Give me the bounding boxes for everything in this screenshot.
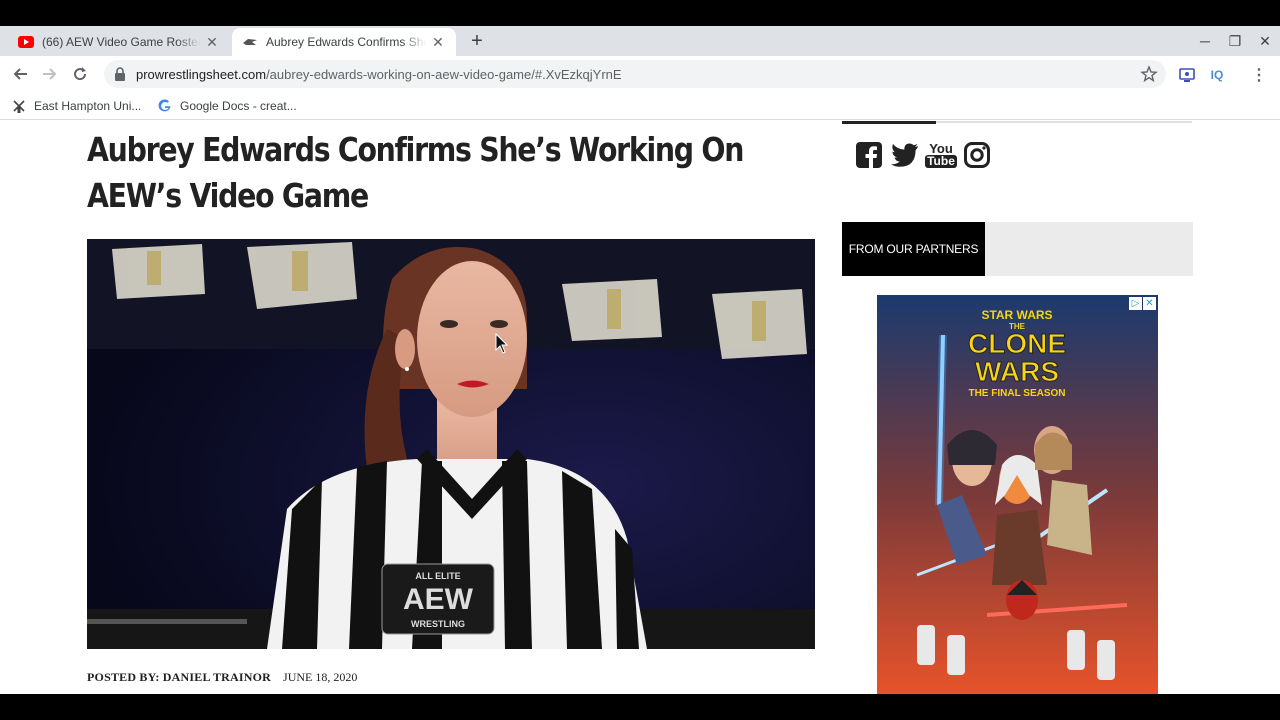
ad-line3: CLONE (968, 328, 1066, 359)
ad-line1: STAR WARS (981, 308, 1052, 322)
tab-article[interactable]: Aubrey Edwards Confirms She's ✕ (232, 28, 456, 56)
back-button[interactable] (8, 62, 32, 86)
facebook-icon[interactable] (855, 140, 883, 170)
tab-title: (66) AEW Video Game Roster Me (42, 35, 200, 49)
restore-icon[interactable]: ❐ (1220, 30, 1250, 52)
reload-button[interactable] (68, 62, 92, 86)
bookmark-label: East Hampton Uni... (34, 99, 142, 113)
twitter-icon[interactable] (891, 140, 919, 170)
advertisement[interactable]: STAR WARS THE CLONE WARS THE FINAL SEASO… (877, 295, 1158, 694)
ad-choices-icon[interactable]: ▷ (1129, 297, 1142, 310)
badge-line3: WRESTLING (411, 619, 465, 629)
url-path: /aubrey-edwards-working-on-aew-video-gam… (266, 66, 622, 82)
extension-screen-icon[interactable] (1178, 66, 1196, 84)
publish-date: JUNE 18, 2020 (283, 670, 358, 684)
article-hero-image[interactable]: ALL ELITE AEW WRESTLING (87, 239, 815, 649)
article-byline: POSTED BY: DANIEL TRAINOR JUNE 18, 2020 (87, 670, 357, 685)
bookmark-east-hampton[interactable]: East Hampton Uni... (12, 97, 141, 115)
tab-title: Aubrey Edwards Confirms She's (266, 35, 426, 49)
browser-window: (66) AEW Video Game Roster Me ✕ Aubrey E… (0, 26, 1280, 694)
sidebar-divider (842, 121, 936, 124)
pws-site-icon (242, 34, 258, 50)
tab-close-icon[interactable]: ✕ (204, 34, 220, 50)
social-links: You Tube (855, 140, 991, 170)
ad-choices[interactable]: ▷ ✕ (1129, 297, 1156, 310)
article-title: Aubrey Edwards Confirms She’s Working On… (87, 130, 744, 215)
google-icon (158, 99, 172, 113)
address-bar[interactable]: prowrestlingsheet.com/aubrey-edwards-wor… (104, 60, 1166, 88)
bookmark-star-icon[interactable] (1140, 65, 1158, 83)
tab-close-icon[interactable]: ✕ (430, 34, 446, 50)
new-tab-button[interactable]: + (466, 30, 488, 52)
browser-toolbar: prowrestlingsheet.com/aubrey-edwards-wor… (0, 56, 1280, 92)
ad-line4: WARS (975, 356, 1059, 387)
windmill-icon (12, 99, 26, 113)
author: POSTED BY: DANIEL TRAINOR (87, 670, 272, 684)
bookmarks-bar: East Hampton Uni... Google Docs - creat.… (0, 92, 1280, 120)
youtube-icon[interactable]: You Tube (925, 140, 957, 170)
letterbox-bottom (0, 694, 1280, 720)
instagram-icon[interactable] (963, 140, 991, 170)
extension-iq-icon[interactable]: IQ (1208, 66, 1226, 84)
sidebar-divider-light (936, 121, 1192, 123)
bookmark-label: Google Docs - creat... (180, 99, 297, 113)
aew-badge: ALL ELITE AEW WRESTLING (381, 563, 495, 635)
partners-label: FROM OUR PARTNERS (842, 222, 985, 276)
youtube-text-bottom: Tube (925, 154, 957, 168)
bookmark-google-docs[interactable]: Google Docs - creat... (158, 97, 297, 115)
tab-youtube[interactable]: (66) AEW Video Game Roster Me ✕ (0, 28, 230, 56)
lock-icon (114, 67, 126, 81)
web-page: Aubrey Edwards Confirms She’s Working On… (0, 121, 1280, 694)
letterbox-top (0, 0, 1280, 26)
minimize-icon[interactable]: ─ (1190, 30, 1220, 52)
ad-line5: THE FINAL SEASON (968, 388, 1065, 399)
url-host: prowrestlingsheet.com (136, 66, 267, 82)
partners-header: FROM OUR PARTNERS (842, 222, 1193, 276)
tab-strip: (66) AEW Video Game Roster Me ✕ Aubrey E… (0, 26, 1280, 56)
forward-button[interactable] (38, 62, 62, 86)
badge-line2: AEW (403, 583, 474, 616)
menu-kebab-icon[interactable]: ⋮ (1250, 66, 1268, 84)
ad-close-icon[interactable]: ✕ (1143, 297, 1156, 310)
close-window-icon[interactable]: ✕ (1250, 30, 1280, 52)
badge-line1: ALL ELITE (415, 571, 460, 581)
youtube-icon (18, 34, 34, 50)
